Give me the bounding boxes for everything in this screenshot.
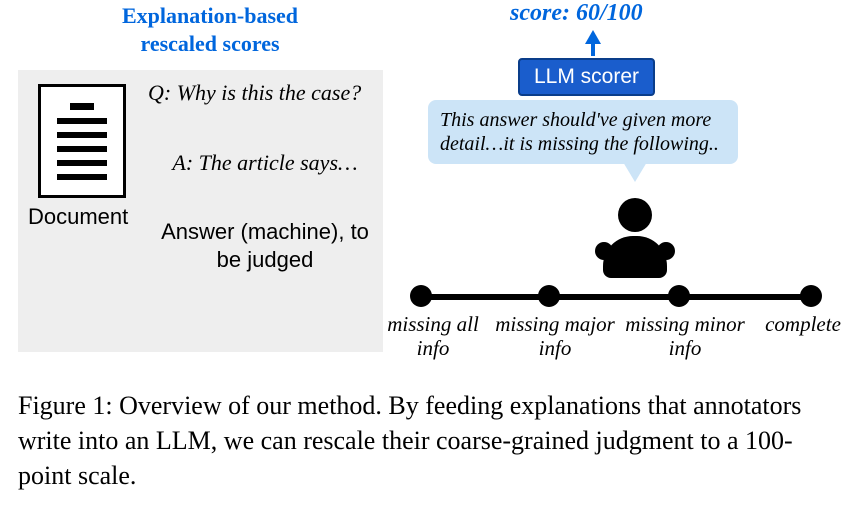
answer-label: Answer (machine), to be judged (160, 218, 370, 273)
scale-tick-4 (800, 285, 822, 307)
question-text: Q: Why is this the case? (148, 80, 378, 106)
figure-caption: Figure 1: Overview of our method. By fee… (18, 388, 826, 493)
scale-label-1: missing all info (383, 312, 483, 360)
score-output: score: 60/100 (510, 0, 643, 27)
scale-label-3: missing minor info (620, 312, 750, 360)
llm-scorer-box: LLM scorer (518, 58, 655, 96)
arrow-up-icon (585, 30, 601, 44)
document-icon (38, 84, 126, 198)
document-label: Document (28, 204, 128, 230)
person-icon (603, 198, 667, 278)
scale-tick-3 (668, 285, 690, 307)
speech-bubble: This answer should've given more detail…… (428, 100, 738, 164)
scale-tick-1 (410, 285, 432, 307)
answer-text-short: A: The article says… (165, 150, 365, 176)
figure-container: Explanation-based rescaled scores Docume… (0, 0, 844, 8)
scale-tick-2 (538, 285, 560, 307)
scale-label-4: complete (753, 312, 844, 336)
scale-axis (417, 294, 817, 300)
scale-label-2: missing major info (490, 312, 620, 360)
figure-title: Explanation-based rescaled scores (95, 2, 325, 57)
